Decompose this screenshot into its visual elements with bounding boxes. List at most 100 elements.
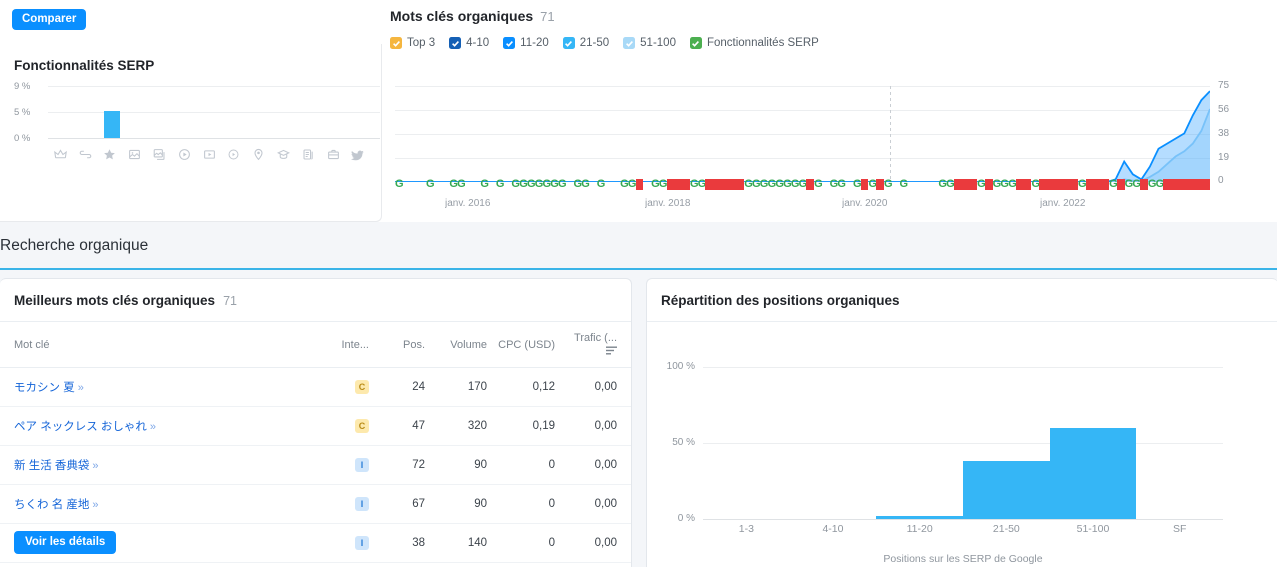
google-update-marker-red[interactable] [1085,179,1094,190]
distribution-bar[interactable] [876,515,963,519]
legend-checkbox-icon[interactable] [689,37,702,49]
images-stack-icon[interactable] [147,148,172,161]
keyword-expand-icon[interactable]: » [78,382,84,394]
news-document-icon[interactable] [296,148,321,161]
google-update-marker-green[interactable]: G [597,177,606,191]
compare-button[interactable]: Comparer [12,9,87,30]
intent-badge[interactable]: I [355,497,369,511]
google-update-marker-red[interactable] [1101,179,1110,190]
table-row[interactable]: モカシン 夏» C 24 170 0,12 0,00 [0,367,631,407]
video-box-icon[interactable] [197,148,222,161]
column-header-traffic[interactable]: Trafic (... [555,322,631,368]
keyword-expand-icon[interactable]: » [92,499,98,511]
keyword-link[interactable]: ペア ネックレス おしゃれ [14,421,147,433]
legend-item-top-3[interactable]: Top 3 [390,37,435,49]
table-row[interactable]: ちくわ 名 産地» I 67 90 0 0,00 [0,484,631,524]
legend-item-fonctionnalit-s-serp[interactable]: Fonctionnalités SERP [689,37,819,49]
google-update-marker-red[interactable] [1163,179,1172,190]
google-update-marker-red[interactable] [1039,179,1047,190]
distribution-bar[interactable] [963,461,1050,519]
legend-item-21-50[interactable]: 21-50 [562,37,609,49]
legend-checkbox-icon[interactable] [390,37,402,49]
google-update-marker-red[interactable] [984,179,993,190]
google-update-marker-red[interactable] [682,179,690,190]
google-update-marker-green[interactable]: G [900,177,909,191]
intent-badge[interactable]: C [355,380,369,394]
google-update-marker-red[interactable] [1054,179,1063,190]
google-update-marker-red[interactable] [674,179,683,190]
google-update-marker-green[interactable]: G [581,177,590,191]
google-update-marker-green[interactable]: G [837,177,846,191]
crown-icon[interactable] [48,148,73,161]
google-update-marker-red[interactable] [860,179,869,190]
table-row[interactable]: 新 生活 香典袋» I 72 90 0 0,00 [0,445,631,485]
legend-checkbox-icon[interactable] [623,37,636,49]
distribution-bar[interactable] [1049,427,1137,519]
column-header-cpc[interactable]: CPC (USD) [487,322,555,368]
column-header-intent[interactable]: Inte... [325,322,369,368]
legend-item-51-100[interactable]: 51-100 [623,37,676,49]
legend-checkbox-icon[interactable] [503,37,516,49]
keyword-link[interactable]: モカシン 夏 [14,382,75,394]
google-update-marker-green[interactable]: G [457,177,466,191]
google-update-marker-green[interactable]: G [480,177,489,191]
serp-feature-bar[interactable] [103,110,120,138]
google-update-marker-red[interactable] [1140,179,1148,190]
google-update-marker-green[interactable]: G [496,177,505,191]
google-update-marker-red[interactable] [1202,179,1210,190]
column-header-volume[interactable]: Volume [425,322,487,368]
legend-item-4-10[interactable]: 4-10 [449,37,489,49]
graduation-cap-icon[interactable] [271,148,296,161]
google-update-marker-red[interactable] [1023,179,1032,190]
intent-badge[interactable]: I [355,458,369,472]
google-update-marker-red[interactable] [1116,179,1125,190]
google-update-marker-red[interactable] [1178,179,1187,190]
play-circle-icon[interactable] [172,148,197,161]
keyword-link[interactable]: 新 生活 香典袋 [14,460,89,472]
play-circle-small-icon[interactable] [222,148,247,161]
google-update-marker-green[interactable]: G [558,177,567,191]
google-update-marker-green[interactable]: G [814,177,823,191]
google-update-marker-red[interactable] [969,179,978,190]
keyword-link[interactable]: ちくわ 名 産地 [14,499,89,511]
google-update-marker-red[interactable] [1194,179,1203,190]
legend-item-11-20[interactable]: 11-20 [503,37,549,49]
view-details-button[interactable]: Voir les détails [14,531,117,554]
google-update-marker-red[interactable] [1062,179,1071,190]
google-update-marker-red[interactable] [635,179,644,190]
google-update-marker-red[interactable] [876,179,884,190]
keyword-expand-icon[interactable]: » [92,460,98,472]
google-update-marker-red[interactable] [728,179,737,190]
google-update-marker-red[interactable] [1186,179,1195,190]
intent-badge[interactable]: I [355,536,369,550]
google-update-marker-red[interactable] [1070,179,1079,190]
google-update-marker-red[interactable] [721,179,729,190]
google-update-marker-green[interactable]: G [395,177,404,191]
keyword-expand-icon[interactable]: » [150,421,156,433]
briefcase-icon[interactable] [321,148,346,161]
column-header-position[interactable]: Pos. [369,322,425,368]
google-update-marker-red[interactable] [953,179,962,190]
google-update-marker-red[interactable] [1093,179,1102,190]
star-icon[interactable] [98,148,123,161]
legend-checkbox-icon[interactable] [562,37,575,49]
intent-badge[interactable]: C [355,419,369,433]
google-update-marker-red[interactable] [1171,179,1179,190]
legend-checkbox-icon[interactable] [449,37,462,49]
google-update-marker-red[interactable] [1047,179,1055,190]
google-update-marker-red[interactable] [713,179,721,190]
google-update-marker-green[interactable]: G [426,177,435,191]
google-update-marker-red[interactable] [961,179,970,190]
column-header-keyword[interactable]: Mot clé [0,322,325,368]
image-icon[interactable] [122,148,147,161]
sort-descending-icon[interactable] [606,346,617,358]
link-icon[interactable] [73,148,98,161]
google-update-marker-red[interactable] [705,179,714,190]
map-pin-icon[interactable] [246,148,271,161]
twitter-bird-icon[interactable] [346,148,371,161]
table-row[interactable]: ペア ネックレス おしゃれ» C 47 320 0,19 0,00 [0,406,631,446]
google-update-marker-red[interactable] [806,179,815,190]
google-update-marker-red[interactable] [666,179,675,190]
google-update-marker-red[interactable] [1015,179,1024,190]
google-update-marker-green[interactable]: G [884,177,893,191]
